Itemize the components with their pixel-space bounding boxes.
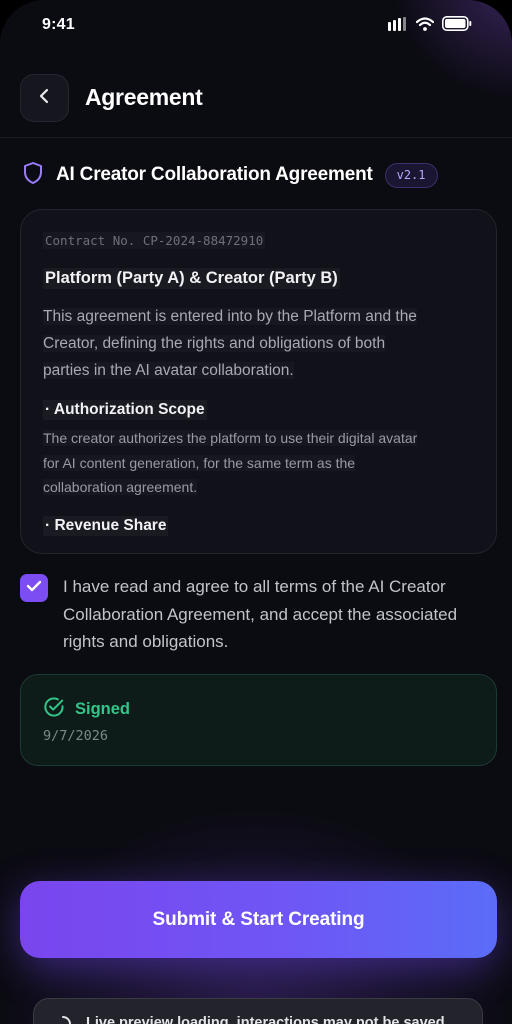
signature-status-row: Signed — [43, 696, 130, 723]
checkmark-icon — [26, 579, 42, 598]
chevron-left-icon — [38, 88, 52, 109]
status-bar: 9:41 — [0, 0, 512, 50]
clause-line: for AI content generation, for the same … — [43, 454, 356, 471]
check-circle-icon — [43, 696, 65, 723]
cellular-signal-icon — [388, 16, 408, 36]
loading-spinner-icon — [54, 1015, 72, 1024]
clause-heading-revenue: · Revenue Share — [43, 515, 169, 536]
intro-line: This agreement is entered into by the Pl… — [43, 308, 417, 325]
submit-button[interactable]: Submit & Start Creating — [20, 881, 497, 958]
clause-line: collaboration agreement. — [43, 479, 198, 495]
consent-checkbox[interactable] — [20, 574, 48, 602]
contract-parties: Platform (Party A) & Creator (Party B) — [43, 268, 340, 289]
status-icons — [388, 16, 472, 36]
clause-line: The creator authorizes the platform to u… — [43, 430, 418, 446]
header: Agreement — [0, 74, 512, 138]
intro-line: parties in the AI avatar collaboration. — [43, 362, 294, 379]
shield-icon — [22, 161, 44, 190]
version-badge: v2.1 — [384, 162, 438, 188]
agreement-title: AI Creator Collaboration Agreement — [56, 164, 373, 185]
clause-heading-authorization: · Authorization Scope — [43, 400, 207, 420]
contract-document[interactable]: Contract No. CP-2024-88472910 Platform (… — [20, 209, 497, 554]
status-time: 9:41 — [42, 16, 75, 33]
toast-message: Live preview loading, interactions may n… — [86, 1015, 445, 1024]
signature-status-card: Signed 9/7/2026 — [20, 674, 497, 766]
contract-intro: This agreement is entered into by the Pl… — [43, 303, 463, 384]
clause-body-authorization: The creator authorizes the platform to u… — [43, 426, 473, 500]
signature-status: Signed — [75, 700, 131, 718]
wifi-icon — [415, 16, 435, 36]
consent-label[interactable]: I have read and agree to all terms of th… — [63, 573, 503, 656]
preview-toast: Live preview loading, interactions may n… — [33, 998, 483, 1024]
back-button[interactable] — [20, 74, 69, 122]
intro-line: Creator, defining the rights and obligat… — [43, 335, 386, 352]
signature-date: 9/7/2026 — [43, 728, 109, 744]
contract-content: Contract No. CP-2024-88472910 Platform (… — [43, 232, 474, 536]
page-title: Agreement — [85, 84, 203, 110]
agreement-header: AI Creator Collaboration Agreement v2.1 — [22, 160, 438, 190]
battery-icon — [442, 16, 472, 36]
contract-number: Contract No. CP-2024-88472910 — [43, 232, 266, 249]
app-screen: 9:41 Agreement AI Creator Collaboration … — [0, 0, 512, 1024]
